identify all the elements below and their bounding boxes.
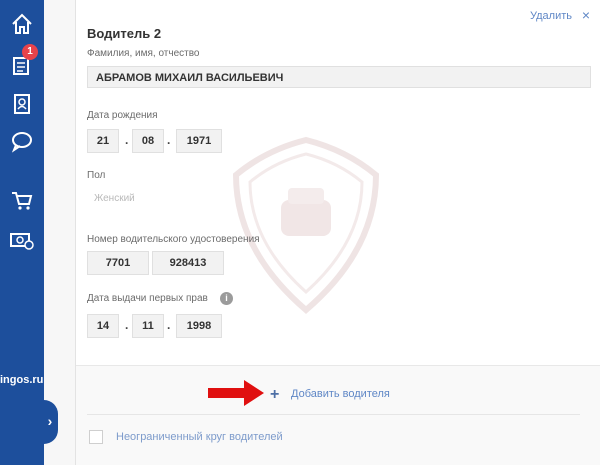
home-icon[interactable] bbox=[8, 10, 36, 38]
red-arrow-annotation bbox=[208, 380, 264, 406]
sex-label: Пол bbox=[87, 170, 106, 181]
full-name-field[interactable]: АБРАМОВ МИХАИЛ ВАСИЛЬЕВИЧ bbox=[87, 66, 591, 88]
driver-card: Удалить × Водитель 2 Фамилия, имя, отчес… bbox=[76, 0, 600, 366]
contacts-icon[interactable] bbox=[8, 90, 36, 118]
birth-year-field[interactable]: 1971 bbox=[176, 129, 222, 153]
add-driver-icon[interactable]: + bbox=[270, 386, 279, 404]
license-number-field[interactable]: 928413 bbox=[152, 251, 224, 275]
footer-area bbox=[76, 366, 600, 465]
info-icon[interactable]: i bbox=[220, 292, 233, 305]
birth-day-field[interactable]: 21 bbox=[87, 129, 119, 153]
payment-icon[interactable] bbox=[8, 226, 36, 254]
name-label: Фамилия, имя, отчество bbox=[87, 48, 200, 59]
date-separator: . bbox=[167, 133, 171, 147]
chat-icon[interactable] bbox=[8, 127, 36, 155]
first-license-label: Дата выдачи первых прав bbox=[87, 293, 208, 304]
birth-date-label: Дата рождения bbox=[87, 110, 158, 121]
date-separator: . bbox=[167, 318, 171, 332]
first-license-month-field[interactable]: 11 bbox=[132, 314, 164, 338]
add-driver-button[interactable]: Добавить водителя bbox=[291, 388, 390, 400]
license-series-field[interactable]: 7701 bbox=[87, 251, 149, 275]
close-icon[interactable]: × bbox=[582, 7, 590, 23]
shield-watermark bbox=[232, 136, 380, 314]
delete-driver-link[interactable]: Удалить bbox=[530, 10, 572, 22]
chevron-right-icon[interactable]: › bbox=[44, 413, 56, 429]
license-label: Номер водительского удостоверения bbox=[87, 234, 260, 245]
brand-text: ingos.ru bbox=[0, 374, 44, 386]
sidebar: 1 ingos.ru bbox=[0, 0, 44, 465]
divider bbox=[87, 414, 580, 415]
birth-month-field[interactable]: 08 bbox=[132, 129, 164, 153]
date-separator: . bbox=[125, 318, 129, 332]
cart-icon[interactable] bbox=[8, 186, 36, 214]
first-license-day-field[interactable]: 14 bbox=[87, 314, 119, 338]
unlimited-drivers-checkbox[interactable] bbox=[89, 430, 103, 444]
date-separator: . bbox=[125, 133, 129, 147]
driver-title: Водитель 2 bbox=[87, 26, 162, 41]
first-license-year-field[interactable]: 1998 bbox=[176, 314, 222, 338]
sex-select[interactable]: Женский bbox=[94, 193, 135, 204]
unlimited-drivers-label[interactable]: Неограниченный круг водителей bbox=[116, 431, 283, 443]
notification-badge: 1 bbox=[22, 44, 38, 60]
